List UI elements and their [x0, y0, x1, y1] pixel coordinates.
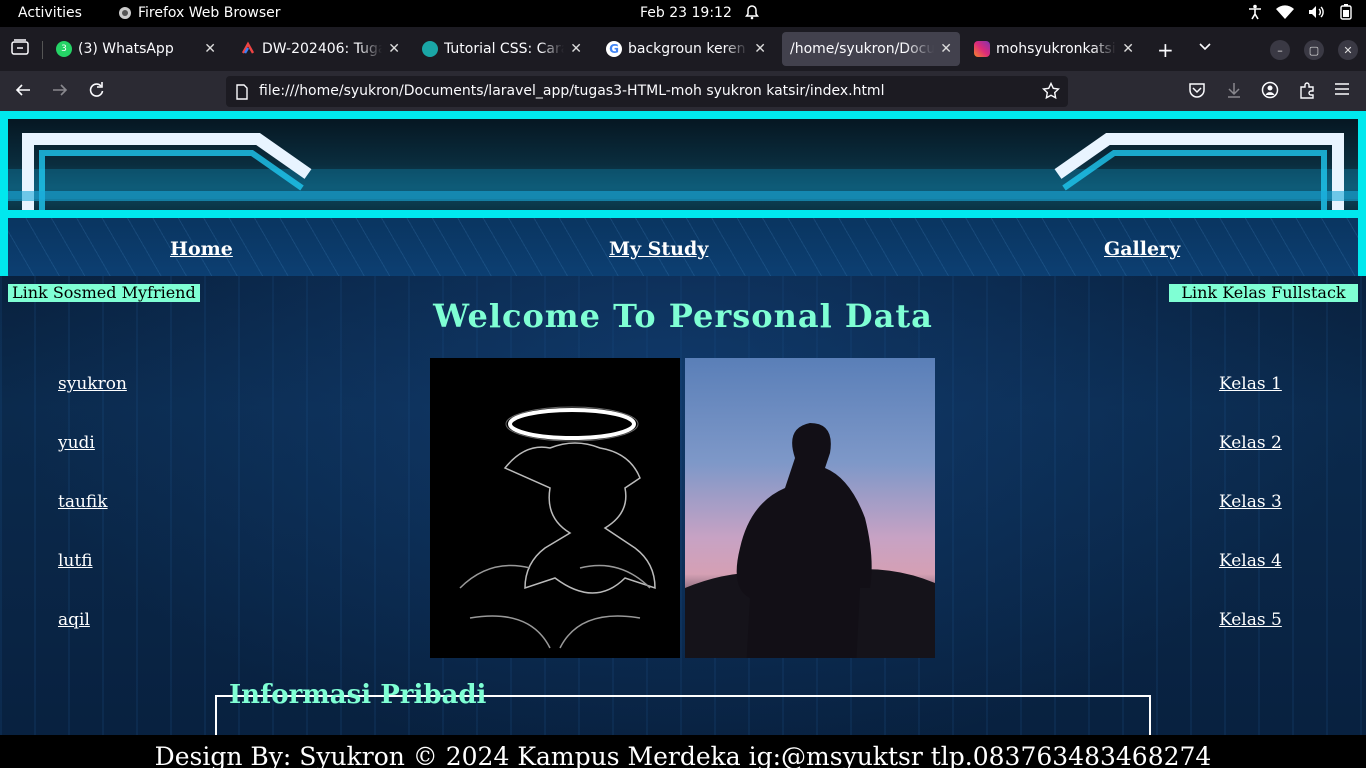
tutorial-site-icon [422, 41, 438, 57]
halo-silhouette-image [430, 358, 680, 658]
system-top-bar: Activities Firefox Web Browser Feb 23 19… [0, 0, 1366, 27]
back-arrow-icon[interactable] [14, 81, 32, 103]
page-icon [235, 84, 249, 104]
firefox-icon [118, 6, 132, 20]
app-name: Firefox Web Browser [138, 5, 281, 21]
bookmark-star-icon[interactable] [1041, 81, 1061, 104]
account-icon[interactable] [1261, 81, 1279, 103]
page-title: Welcome To Personal Data [433, 297, 933, 335]
wifi-icon[interactable] [1276, 5, 1294, 19]
battery-icon[interactable] [1340, 4, 1352, 20]
downloads-icon[interactable] [1225, 81, 1243, 103]
tab-jira[interactable]: DW-202406: Tugas ✕ [232, 32, 408, 66]
tab-title: Tutorial CSS: Cara M [444, 41, 564, 57]
extensions-icon[interactable] [1298, 81, 1316, 103]
tab-google-search[interactable]: G backgroun keren - G ✕ [598, 32, 774, 66]
url-text[interactable]: file:///home/syukron/Documents/laravel_a… [259, 83, 884, 99]
tab-local-file[interactable]: /home/syukron/Docum ✕ [782, 32, 960, 66]
new-tab-button[interactable]: + [1157, 38, 1174, 62]
close-icon[interactable]: ✕ [388, 41, 400, 57]
system-tray[interactable] [1248, 4, 1352, 20]
accessibility-icon[interactable] [1248, 4, 1262, 20]
tab-title: backgroun keren - G [628, 41, 748, 57]
google-icon: G [606, 41, 622, 57]
page-footer: Design By: Syukron © 2024 Kampus Merdeka… [0, 735, 1366, 768]
class-link-3[interactable]: Kelas 3 [1219, 492, 1282, 512]
nav-home-link[interactable]: Home [170, 238, 233, 260]
personal-info-legend: Informasi Pribadi [229, 680, 487, 710]
close-icon[interactable]: ✕ [570, 41, 582, 57]
header-banner [0, 111, 1366, 218]
close-icon[interactable]: ✕ [940, 41, 952, 57]
banner-image [8, 119, 1358, 210]
class-link-1[interactable]: Kelas 1 [1219, 374, 1282, 394]
tab-title: DW-202406: Tugas [262, 41, 383, 57]
class-link-4[interactable]: Kelas 4 [1219, 551, 1282, 571]
tab-title: mohsyukronkatsir ( [996, 41, 1117, 57]
browser-nav-bar: file:///home/syukron/Documents/laravel_a… [0, 71, 1366, 111]
reload-icon[interactable] [87, 81, 105, 103]
pocket-icon[interactable] [1188, 81, 1206, 103]
friend-link-syukron[interactable]: syukron [58, 374, 127, 394]
forward-arrow-icon[interactable] [51, 81, 69, 103]
tab-tutorial-css[interactable]: Tutorial CSS: Cara M ✕ [414, 32, 590, 66]
instagram-icon [974, 41, 990, 57]
app-menu-icon[interactable] [1334, 81, 1350, 101]
tab-title: /home/syukron/Docum [790, 41, 935, 57]
tab-instagram[interactable]: mohsyukronkatsir ( ✕ [966, 32, 1142, 66]
jira-icon [240, 41, 256, 57]
close-icon[interactable]: ✕ [204, 41, 216, 57]
minimize-button[interactable]: – [1270, 40, 1290, 60]
url-bar[interactable]: file:///home/syukron/Documents/laravel_a… [226, 76, 1068, 107]
friend-link-yudi[interactable]: yudi [58, 433, 95, 453]
friend-link-taufik[interactable]: taufik [58, 492, 108, 512]
activities-button[interactable]: Activities [18, 5, 82, 21]
whatsapp-icon: 3 [56, 41, 72, 57]
clock[interactable]: Feb 23 19:12 [640, 5, 732, 21]
list-all-tabs-icon[interactable] [1198, 39, 1212, 58]
nav-gallery-link[interactable]: Gallery [1104, 238, 1180, 260]
tab-title: (3) WhatsApp [78, 41, 174, 57]
class-link-5[interactable]: Kelas 5 [1219, 610, 1282, 630]
nav-my-study-link[interactable]: My Study [609, 238, 708, 260]
page-viewport: Home My Study Gallery Link Sosmed Myfrie… [0, 111, 1366, 768]
main-navigation: Home My Study Gallery [0, 218, 1366, 276]
browser-tab-strip: 3 (3) WhatsApp ✕ DW-202406: Tugas ✕ Tuto… [0, 27, 1366, 71]
tab-overview-icon[interactable] [11, 39, 29, 59]
maximize-button[interactable]: ▢ [1304, 40, 1324, 60]
silhouette-sunset-image [685, 358, 935, 658]
tab-whatsapp[interactable]: 3 (3) WhatsApp ✕ [48, 32, 224, 66]
class-link-2[interactable]: Kelas 2 [1219, 433, 1282, 453]
close-window-button[interactable]: ✕ [1338, 40, 1358, 60]
friend-link-aqil[interactable]: aqil [58, 610, 90, 630]
notification-bell-icon[interactable] [744, 4, 760, 20]
volume-icon[interactable] [1308, 5, 1326, 19]
close-icon[interactable]: ✕ [754, 41, 766, 57]
app-menu[interactable]: Firefox Web Browser [118, 5, 281, 21]
friend-link-lutfi[interactable]: lutfi [58, 551, 93, 571]
close-icon[interactable]: ✕ [1122, 41, 1134, 57]
